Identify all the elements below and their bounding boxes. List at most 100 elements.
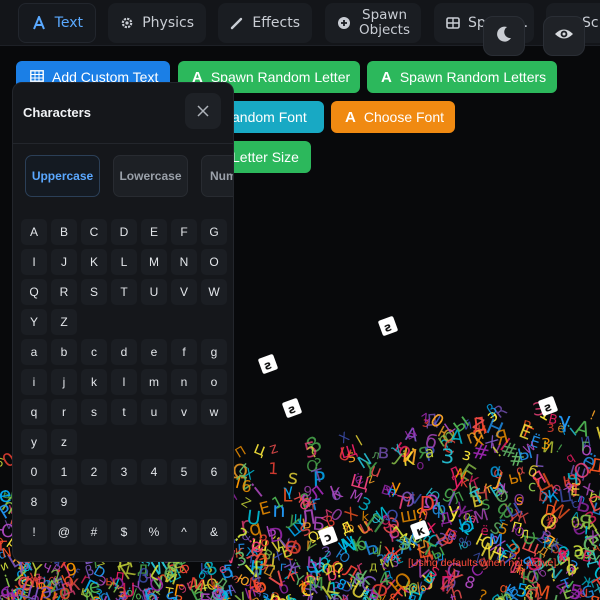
tab-effects[interactable]: Effects <box>218 3 312 43</box>
character-key[interactable]: J <box>51 249 77 275</box>
falling-letter: & <box>353 569 366 588</box>
character-key[interactable]: & <box>201 519 227 545</box>
close-button[interactable] <box>185 93 221 129</box>
falling-letter: H <box>219 582 234 600</box>
falling-letter: b <box>286 591 300 600</box>
character-key[interactable]: 1 <box>51 459 77 485</box>
character-key[interactable]: 9 <box>51 489 77 515</box>
falling-letter: β <box>387 521 402 544</box>
character-key[interactable]: B <box>51 219 77 245</box>
character-key[interactable]: M <box>141 249 167 275</box>
character-key[interactable]: A <box>21 219 47 245</box>
character-key[interactable]: w <box>201 399 227 425</box>
character-key[interactable]: 0 <box>21 459 47 485</box>
character-key[interactable]: c <box>81 339 107 365</box>
character-key[interactable]: b <box>51 339 77 365</box>
character-key[interactable]: 5 <box>171 459 197 485</box>
character-key[interactable]: N <box>171 249 197 275</box>
character-key[interactable]: a <box>21 339 47 365</box>
character-key[interactable]: 6 <box>201 459 227 485</box>
falling-letter: Ь <box>574 491 594 518</box>
character-key[interactable]: s <box>81 399 107 425</box>
character-key[interactable]: E <box>141 219 167 245</box>
falling-letter: 1 <box>389 521 411 545</box>
falling-letter: # <box>543 512 558 529</box>
tab-spawn-objects[interactable]: Spawn Objects <box>325 3 421 43</box>
spawn-random-letters-button[interactable]: A Spawn Random Letters <box>367 61 557 93</box>
tab-text[interactable]: Text <box>18 3 96 43</box>
character-key[interactable]: W <box>201 279 227 305</box>
character-key[interactable]: u <box>141 399 167 425</box>
character-key[interactable]: o <box>201 369 227 395</box>
button-label: Spawn Random Letter <box>210 69 351 85</box>
tab-physics[interactable]: Physics <box>108 3 206 43</box>
category-uppercase[interactable]: Uppercase <box>25 155 100 197</box>
character-key[interactable]: v <box>171 399 197 425</box>
falling-letter: A <box>404 424 420 447</box>
character-key[interactable]: K <box>81 249 107 275</box>
character-key[interactable]: r <box>51 399 77 425</box>
character-key[interactable]: k <box>81 369 107 395</box>
character-key[interactable]: D <box>111 219 137 245</box>
falling-letter: ? <box>333 558 346 583</box>
character-key[interactable]: g <box>201 339 227 365</box>
character-key[interactable]: R <box>51 279 77 305</box>
category-numbers[interactable]: Num <box>201 155 233 197</box>
falling-letter: # <box>470 439 492 466</box>
character-key[interactable]: 4 <box>141 459 167 485</box>
character-key[interactable]: G <box>201 219 227 245</box>
visibility-toggle-button[interactable] <box>543 16 585 56</box>
character-key[interactable]: m <box>141 369 167 395</box>
character-key[interactable]: S <box>81 279 107 305</box>
character-key[interactable]: O <box>201 249 227 275</box>
falling-letter: m <box>433 425 459 452</box>
character-key[interactable]: U <box>141 279 167 305</box>
character-key[interactable]: d <box>111 339 137 365</box>
character-key[interactable]: T <box>111 279 137 305</box>
falling-letter: щ <box>333 530 356 554</box>
character-key[interactable]: $ <box>111 519 137 545</box>
falling-letter: ф <box>46 572 61 589</box>
character-key[interactable]: t <box>111 399 137 425</box>
character-key[interactable]: 3 <box>111 459 137 485</box>
falling-letter: e <box>217 561 229 577</box>
category-lowercase[interactable]: Lowercase <box>113 155 188 197</box>
grid-spacer <box>79 427 109 457</box>
character-key[interactable]: f <box>171 339 197 365</box>
falling-letter: C <box>300 576 315 600</box>
character-key[interactable]: Z <box>51 309 77 335</box>
character-key[interactable]: Q <box>21 279 47 305</box>
character-key[interactable]: 8 <box>21 489 47 515</box>
character-key[interactable]: y <box>21 429 47 455</box>
character-key[interactable]: q <box>21 399 47 425</box>
falling-letter: i <box>403 445 416 465</box>
character-key[interactable]: 2 <box>81 459 107 485</box>
character-key[interactable]: V <box>171 279 197 305</box>
character-key[interactable]: F <box>171 219 197 245</box>
character-key[interactable]: z <box>51 429 77 455</box>
character-key[interactable]: % <box>141 519 167 545</box>
character-key[interactable]: ! <box>21 519 47 545</box>
character-key[interactable]: e <box>141 339 167 365</box>
falling-letter: k <box>327 481 345 505</box>
character-key[interactable]: C <box>81 219 107 245</box>
falling-letter: Ω <box>522 584 545 600</box>
falling-letter: й <box>359 586 382 600</box>
character-key[interactable]: n <box>171 369 197 395</box>
falling-letter: Ω <box>423 491 440 515</box>
character-key[interactable]: j <box>51 369 77 395</box>
theme-toggle-button[interactable] <box>483 16 525 56</box>
character-key[interactable]: I <box>21 249 47 275</box>
character-key[interactable]: ^ <box>171 519 197 545</box>
falling-letter: Я <box>561 480 575 496</box>
button-label: Spawn Random Letters <box>399 69 547 85</box>
character-key[interactable]: # <box>81 519 107 545</box>
character-key[interactable]: Y <box>21 309 47 335</box>
grid-spacer <box>199 487 229 517</box>
character-key[interactable]: @ <box>51 519 77 545</box>
choose-font-button[interactable]: A Choose Font <box>331 101 455 133</box>
character-key[interactable]: l <box>111 369 137 395</box>
character-key[interactable]: i <box>21 369 47 395</box>
character-key[interactable]: L <box>111 249 137 275</box>
falling-letter: Д <box>583 547 600 570</box>
